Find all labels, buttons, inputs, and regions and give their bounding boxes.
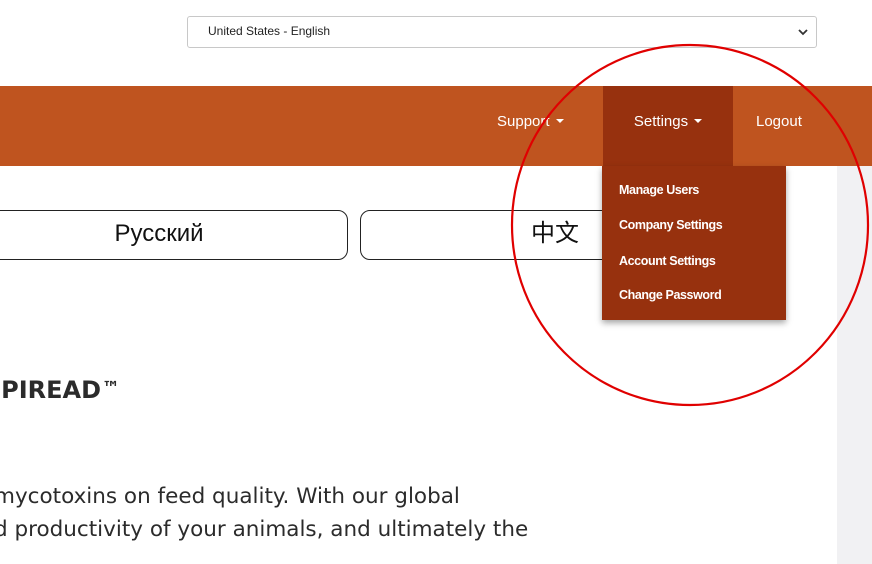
nav-logout-label: Logout bbox=[756, 113, 802, 130]
menu-item-company-settings[interactable]: Company Settings bbox=[619, 218, 723, 232]
language-select[interactable]: United States - English bbox=[187, 16, 817, 48]
menu-item-manage-users[interactable]: Manage Users bbox=[619, 183, 699, 197]
body-text-line: mycotoxins on feed quality. With our glo… bbox=[0, 484, 460, 509]
section-heading: ‘PIREAD™ bbox=[0, 376, 120, 404]
nav-support-menu[interactable]: Support bbox=[497, 86, 564, 166]
nav-logout-link[interactable]: Logout bbox=[756, 86, 802, 166]
settings-dropdown-menu: Manage Users Company Settings Account Se… bbox=[602, 166, 786, 320]
top-navbar: Support Settings Logout bbox=[0, 86, 872, 166]
nav-settings-label: Settings bbox=[633, 113, 689, 130]
caret-down-icon bbox=[694, 119, 703, 123]
app-window: United States - English Support Settings… bbox=[0, 0, 872, 564]
nav-support-label: Support bbox=[497, 113, 550, 130]
menu-item-change-password[interactable]: Change Password bbox=[619, 288, 722, 302]
menu-item-account-settings[interactable]: Account Settings bbox=[619, 254, 716, 268]
section-heading-text: ‘PIREAD bbox=[0, 376, 102, 404]
language-button-russian[interactable]: Русский bbox=[0, 210, 348, 260]
right-side-panel bbox=[837, 166, 872, 564]
nav-settings-menu[interactable]: Settings bbox=[603, 86, 733, 166]
trademark-mark: ™ bbox=[102, 378, 121, 399]
chevron-down-icon bbox=[798, 29, 808, 36]
body-text-line: d productivity of your animals, and ulti… bbox=[0, 517, 529, 542]
language-select-value: United States - English bbox=[208, 24, 331, 38]
caret-down-icon bbox=[555, 119, 564, 123]
